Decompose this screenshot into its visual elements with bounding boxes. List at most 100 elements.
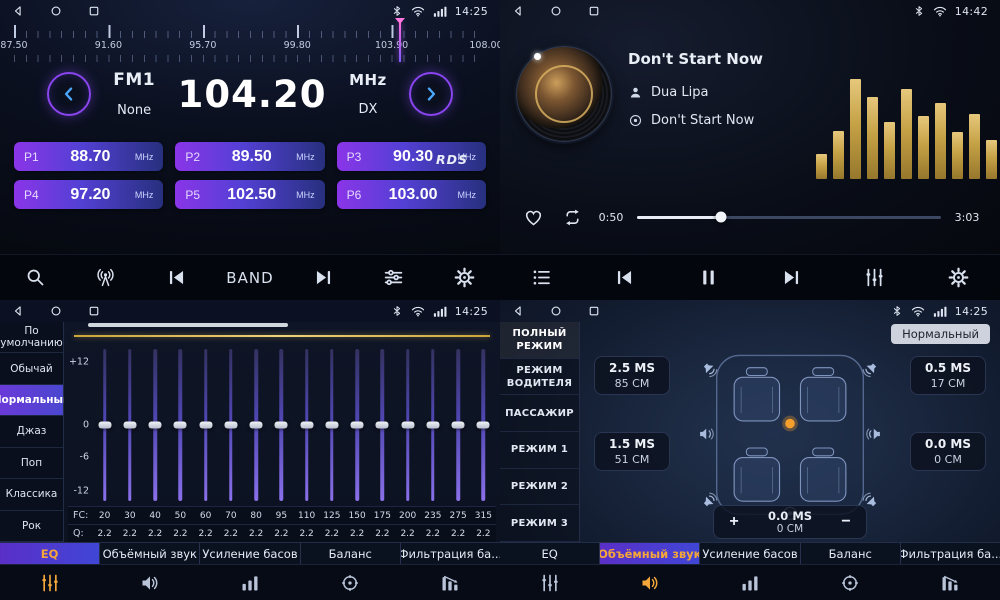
frequency-ruler[interactable]: 87.5091.6095.7099.80103.90108.00	[14, 25, 486, 62]
surround-mode-item[interactable]: РЕЖИМ ВОДИТЕЛЯ	[500, 359, 579, 396]
balance-tab-button[interactable]	[300, 565, 400, 600]
surround-mode-item[interactable]: РЕЖИМ 1	[500, 432, 579, 469]
status-time: 14:25	[955, 305, 988, 318]
recents-icon[interactable]	[588, 305, 600, 317]
recents-icon[interactable]	[88, 305, 100, 317]
home-icon[interactable]	[550, 305, 562, 317]
eq-band-slider[interactable]	[168, 346, 193, 504]
seek-up-button[interactable]	[409, 72, 453, 116]
recents-icon[interactable]	[88, 5, 100, 17]
eq-preset-item[interactable]: Обычай	[0, 353, 63, 384]
filter-tab-button[interactable]	[900, 565, 1000, 600]
preset-button[interactable]: P2 89.50 MHz	[175, 142, 324, 171]
q-value: 2.2	[143, 529, 168, 539]
next-track-button[interactable]	[771, 258, 813, 298]
progress-bar[interactable]	[637, 216, 941, 219]
surround-mode-item[interactable]: РЕЖИМ 2	[500, 469, 579, 506]
eq-band-slider[interactable]	[446, 346, 471, 504]
profile-button[interactable]: Нормальный	[891, 324, 990, 344]
audio-tab[interactable]: Объёмный звук	[100, 543, 200, 564]
progress-knob[interactable]	[715, 212, 726, 223]
eq-preset-item[interactable]: По умолчанию	[0, 322, 63, 353]
preset-button[interactable]: P1 88.70 MHz	[14, 142, 163, 171]
delay-front-right[interactable]: 0.5 MS 17 CM	[910, 356, 986, 395]
eq-preset-item[interactable]: Джаз	[0, 416, 63, 447]
eq-band-slider[interactable]	[244, 346, 269, 504]
eq-band-slider[interactable]	[420, 346, 445, 504]
eq-band-slider[interactable]	[218, 346, 243, 504]
back-icon[interactable]	[512, 5, 524, 17]
bass-boost-tab-button[interactable]	[700, 565, 800, 600]
eq-band-slider[interactable]	[92, 346, 117, 504]
eq-tab-button[interactable]	[0, 565, 100, 600]
eq-band-slider[interactable]	[269, 346, 294, 504]
eq-band-slider[interactable]	[117, 346, 142, 504]
home-icon[interactable]	[50, 305, 62, 317]
delay-plus-button[interactable]: +	[724, 511, 744, 533]
db-label: -6	[80, 451, 89, 462]
eq-tab-button[interactable]	[500, 565, 600, 600]
delay-rear-right[interactable]: 0.0 MS 0 CM	[910, 432, 986, 471]
settings-button[interactable]	[937, 258, 979, 298]
broadcast-button[interactable]	[85, 258, 127, 298]
surround-mode-item[interactable]: ПОЛНЫЙ РЕЖИМ	[500, 322, 579, 359]
delay-minus-button[interactable]: −	[836, 511, 856, 533]
surround-mode-item[interactable]: ПАССАЖИР	[500, 395, 579, 432]
tuner-settings-button[interactable]	[373, 258, 415, 298]
eq-preset-item[interactable]: Рок	[0, 511, 63, 542]
fc-value: 315	[471, 511, 496, 521]
preset-button[interactable]: P5 102.50 MHz	[175, 180, 324, 209]
eq-preset-item[interactable]: Нормальный	[0, 385, 63, 416]
audio-tab[interactable]: Усиление басов	[200, 543, 300, 564]
audio-tab[interactable]: Фильтрация ба...	[401, 543, 500, 564]
audio-tab[interactable]: Фильтрация ба...	[901, 543, 1000, 564]
playlist-button[interactable]	[521, 258, 563, 298]
eq-band-slider[interactable]	[319, 346, 344, 504]
audio-tab[interactable]: Баланс	[301, 543, 401, 564]
audio-tab[interactable]: EQ	[500, 543, 600, 564]
back-icon[interactable]	[512, 305, 524, 317]
audio-tab[interactable]: Усиление басов	[700, 543, 800, 564]
favorite-button[interactable]	[520, 204, 546, 230]
audio-tab[interactable]: EQ	[0, 543, 100, 564]
delay-rear-left[interactable]: 1.5 MS 51 CM	[594, 432, 670, 471]
repeat-button[interactable]	[559, 204, 585, 230]
balance-tab-button[interactable]	[800, 565, 900, 600]
audio-settings-button[interactable]	[854, 258, 896, 298]
eq-band-slider[interactable]	[345, 346, 370, 504]
audio-tab[interactable]: Объёмный звук	[600, 543, 700, 564]
eq-preset-item[interactable]: Поп	[0, 448, 63, 479]
eq-preset-item[interactable]: Классика	[0, 479, 63, 510]
delay-front-left[interactable]: 2.5 MS 85 CM	[594, 356, 670, 395]
surround-mode-item[interactable]: РЕЖИМ 3	[500, 505, 579, 542]
skip-next-icon	[781, 267, 802, 288]
fc-label: FC:	[68, 510, 92, 521]
band-button[interactable]: BAND	[226, 258, 273, 298]
prev-track-button[interactable]	[604, 258, 646, 298]
prev-station-button[interactable]	[156, 258, 198, 298]
scan-button[interactable]	[14, 258, 56, 298]
pause-button[interactable]	[687, 258, 729, 298]
audio-tab[interactable]: Баланс	[801, 543, 901, 564]
filter-tab-button[interactable]	[400, 565, 500, 600]
bass-boost-tab-button[interactable]	[200, 565, 300, 600]
home-icon[interactable]	[550, 5, 562, 17]
eq-scrollbar[interactable]	[88, 323, 288, 327]
preset-button[interactable]: P4 97.20 MHz	[14, 180, 163, 209]
home-icon[interactable]	[50, 5, 62, 17]
next-station-button[interactable]	[302, 258, 344, 298]
surround-tab-button[interactable]	[100, 565, 200, 600]
eq-band-slider[interactable]	[193, 346, 218, 504]
back-icon[interactable]	[12, 5, 24, 17]
back-icon[interactable]	[12, 305, 24, 317]
eq-band-slider[interactable]	[395, 346, 420, 504]
eq-band-slider[interactable]	[471, 346, 496, 504]
seek-down-button[interactable]	[47, 72, 91, 116]
recents-icon[interactable]	[588, 5, 600, 17]
surround-tab-button[interactable]	[600, 565, 700, 600]
eq-band-slider[interactable]	[143, 346, 168, 504]
settings-button[interactable]	[444, 258, 486, 298]
eq-band-slider[interactable]	[370, 346, 395, 504]
preset-button[interactable]: P6 103.00 MHz	[337, 180, 486, 209]
eq-band-slider[interactable]	[294, 346, 319, 504]
